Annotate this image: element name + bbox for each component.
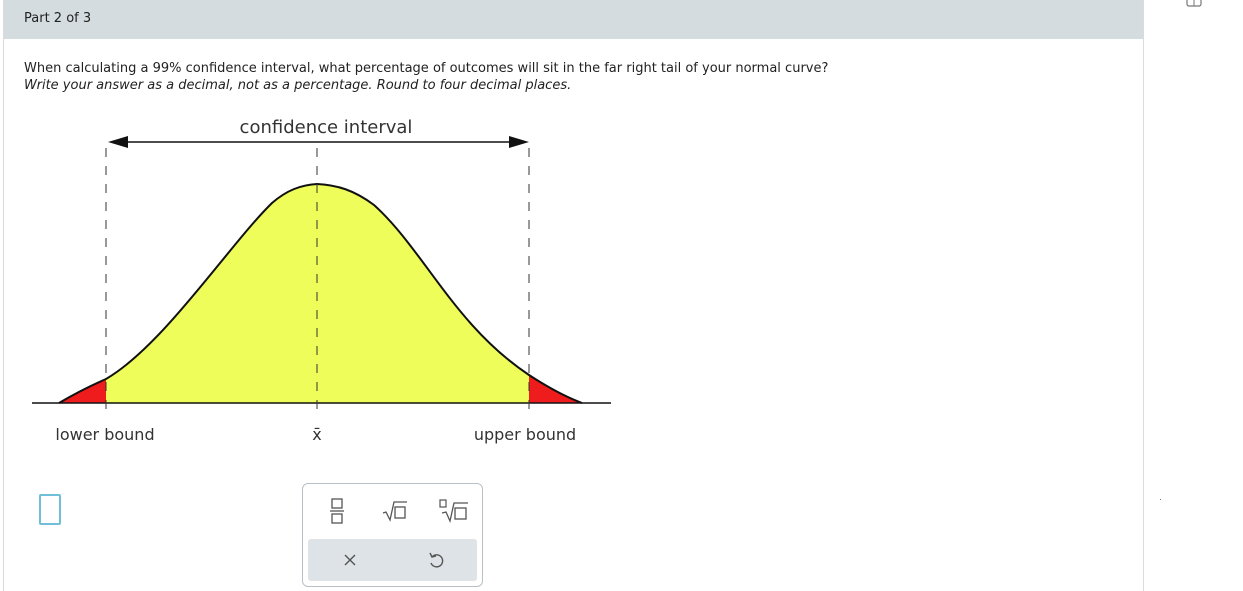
- expand-icon[interactable]: [1181, 0, 1207, 10]
- right-arrowhead-icon: [509, 136, 529, 148]
- answer-input[interactable]: [39, 494, 61, 525]
- undo-button[interactable]: [416, 543, 456, 577]
- mean-label: x̄: [312, 425, 321, 444]
- math-palette: [302, 483, 483, 587]
- question-panel: Part 2 of 3 When calculating a 99% confi…: [3, 0, 1144, 591]
- left-arrowhead-icon: [108, 136, 128, 148]
- nth-root-icon: [439, 499, 468, 523]
- fraction-icon: [330, 498, 344, 524]
- undo-icon: [429, 552, 444, 568]
- normal-curve-diagram: confidence interval lower bound x̄ upper…: [32, 117, 611, 444]
- clear-button[interactable]: [330, 543, 370, 577]
- clear-icon: [344, 554, 356, 566]
- nth-root-button[interactable]: [434, 494, 474, 528]
- fraction-button[interactable]: [317, 494, 357, 528]
- part-header: Part 2 of 3: [4, 0, 1143, 39]
- palette-actions: [308, 539, 477, 581]
- question-instruction: Write your answer as a decimal, not as a…: [24, 78, 572, 93]
- square-root-button[interactable]: [375, 494, 415, 528]
- part-label: Part 2 of 3: [24, 11, 92, 26]
- upper-bound-label: upper bound: [474, 425, 576, 444]
- question-text: When calculating a 99% confidence interv…: [24, 60, 828, 94]
- interval-label: confidence interval: [240, 117, 413, 138]
- square-root-icon: [382, 501, 407, 522]
- decorative-dot: [1160, 499, 1161, 500]
- lower-bound-label: lower bound: [55, 425, 154, 444]
- question-line: When calculating a 99% confidence interv…: [24, 61, 829, 76]
